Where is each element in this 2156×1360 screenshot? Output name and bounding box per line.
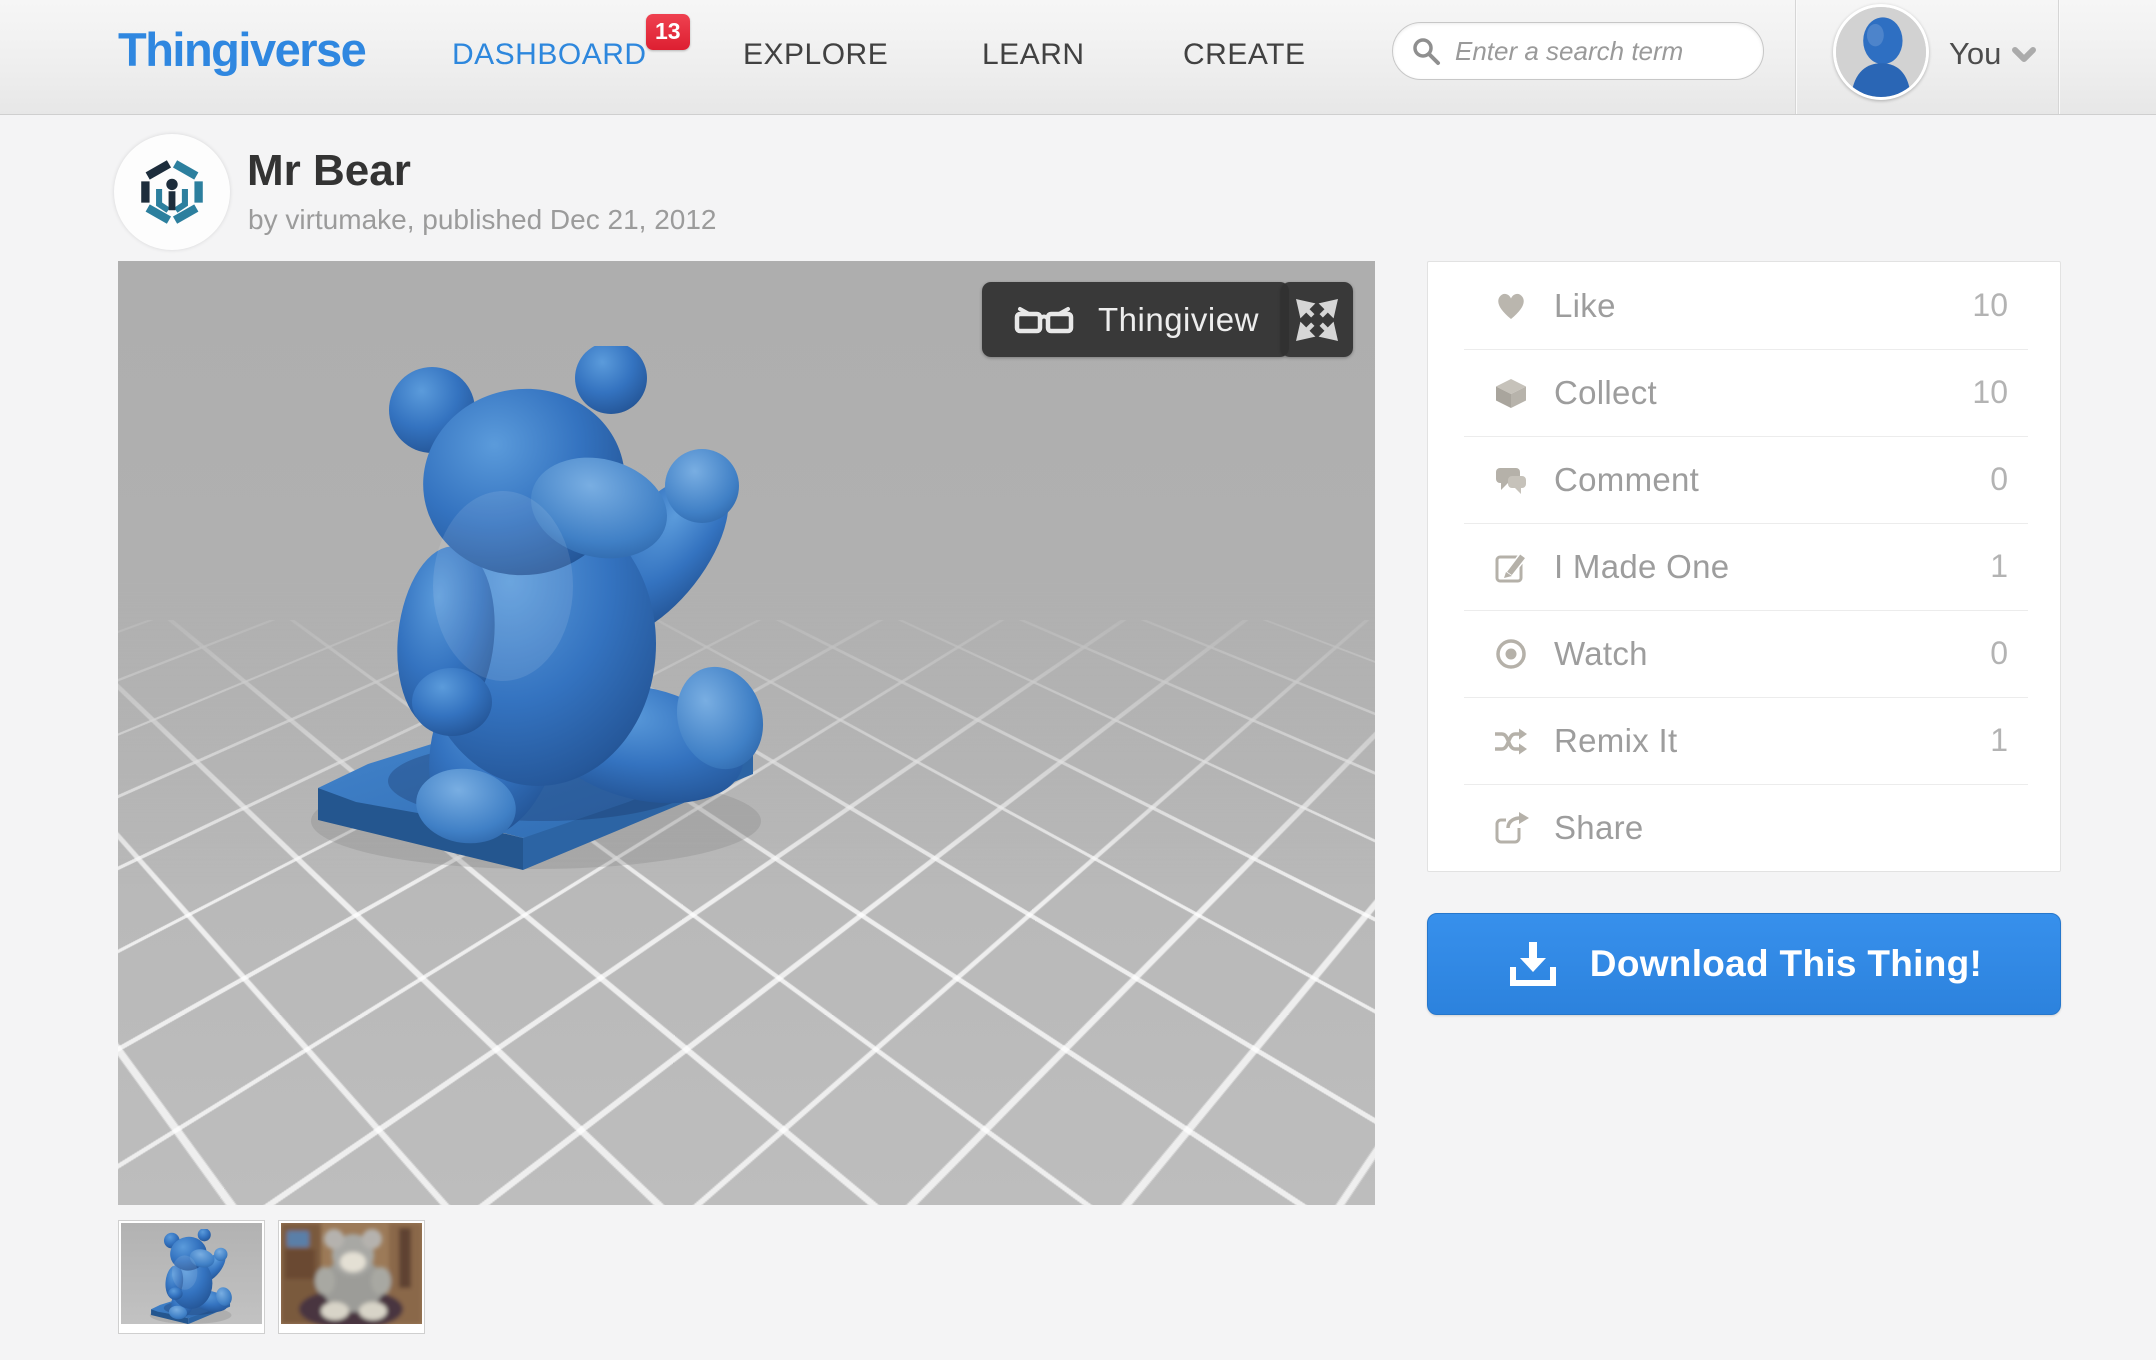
- chevron-down-icon[interactable]: [2012, 47, 2036, 68]
- comment-count: 0: [1990, 461, 2008, 497]
- author-avatar[interactable]: [114, 134, 230, 250]
- glasses-icon: [1012, 301, 1076, 339]
- heart-icon: [1492, 288, 1530, 324]
- action-share[interactable]: Share: [1428, 784, 2060, 871]
- fullscreen-button[interactable]: [1281, 282, 1353, 357]
- action-collect[interactable]: Collect 10: [1428, 349, 2060, 436]
- watch-count: 0: [1990, 635, 2008, 671]
- thingiverse-logo[interactable]: Thingiverse: [118, 22, 367, 77]
- remix-shuffle-icon: [1492, 723, 1530, 759]
- teddy-photo: [281, 1223, 422, 1324]
- thing-byline[interactable]: by virtumake, published Dec 21, 2012: [248, 204, 717, 236]
- action-watch[interactable]: Watch 0: [1428, 610, 2060, 697]
- download-button[interactable]: Download This Thing!: [1427, 913, 2061, 1015]
- user-avatar[interactable]: [1833, 4, 1929, 100]
- actions-panel: Like 10 Collect 10 Comment 0 I Made One …: [1427, 261, 2061, 872]
- action-remix[interactable]: Remix It 1: [1428, 697, 2060, 784]
- collect-count: 10: [1972, 374, 2008, 410]
- thing-page: Thingiverse DASHBOARD 13 EXPLORE LEARN C…: [0, 0, 2156, 1360]
- virtumake-logo: [141, 160, 203, 224]
- nav-explore[interactable]: EXPLORE: [743, 38, 888, 72]
- search-icon: [1411, 36, 1441, 66]
- search-input[interactable]: [1453, 34, 1753, 68]
- remix-count: 1: [1990, 722, 2008, 758]
- header-divider: [1795, 0, 1796, 114]
- nav-create[interactable]: CREATE: [1183, 38, 1305, 72]
- thumbnail-render[interactable]: [118, 1220, 265, 1334]
- nav-dashboard[interactable]: DASHBOARD: [452, 38, 647, 72]
- share-icon: [1492, 810, 1530, 846]
- model-viewer[interactable]: Thingiview: [118, 261, 1375, 1205]
- download-icon: [1506, 937, 1560, 991]
- watch-eye-icon: [1492, 636, 1530, 672]
- action-comment[interactable]: Comment 0: [1428, 436, 2060, 523]
- nav-learn[interactable]: LEARN: [982, 38, 1085, 72]
- thingiview-label: Thingiview: [1098, 300, 1259, 338]
- made-count: 1: [1990, 548, 2008, 584]
- pencil-square-icon: [1492, 549, 1530, 585]
- expand-arrows-icon: [1296, 298, 1338, 341]
- action-like[interactable]: Like 10: [1428, 262, 2060, 349]
- search-box: [1392, 22, 1764, 80]
- header-divider: [2058, 0, 2059, 114]
- bear-3d-model: [298, 346, 778, 886]
- collect-icon: [1492, 375, 1530, 411]
- thumbnail-photo[interactable]: [278, 1220, 425, 1334]
- dashboard-notification-badge[interactable]: 13: [646, 14, 690, 50]
- like-count: 10: [1972, 287, 2008, 323]
- comment-icon: [1492, 462, 1530, 498]
- action-i-made-one[interactable]: I Made One 1: [1428, 523, 2060, 610]
- thingiview-button[interactable]: Thingiview: [982, 282, 1289, 357]
- top-nav-bar: Thingiverse DASHBOARD 13 EXPLORE LEARN C…: [0, 0, 2156, 115]
- user-menu-label[interactable]: You: [1949, 36, 2001, 72]
- thing-title: Mr Bear: [247, 146, 411, 195]
- download-label: Download This Thing!: [1589, 943, 1983, 984]
